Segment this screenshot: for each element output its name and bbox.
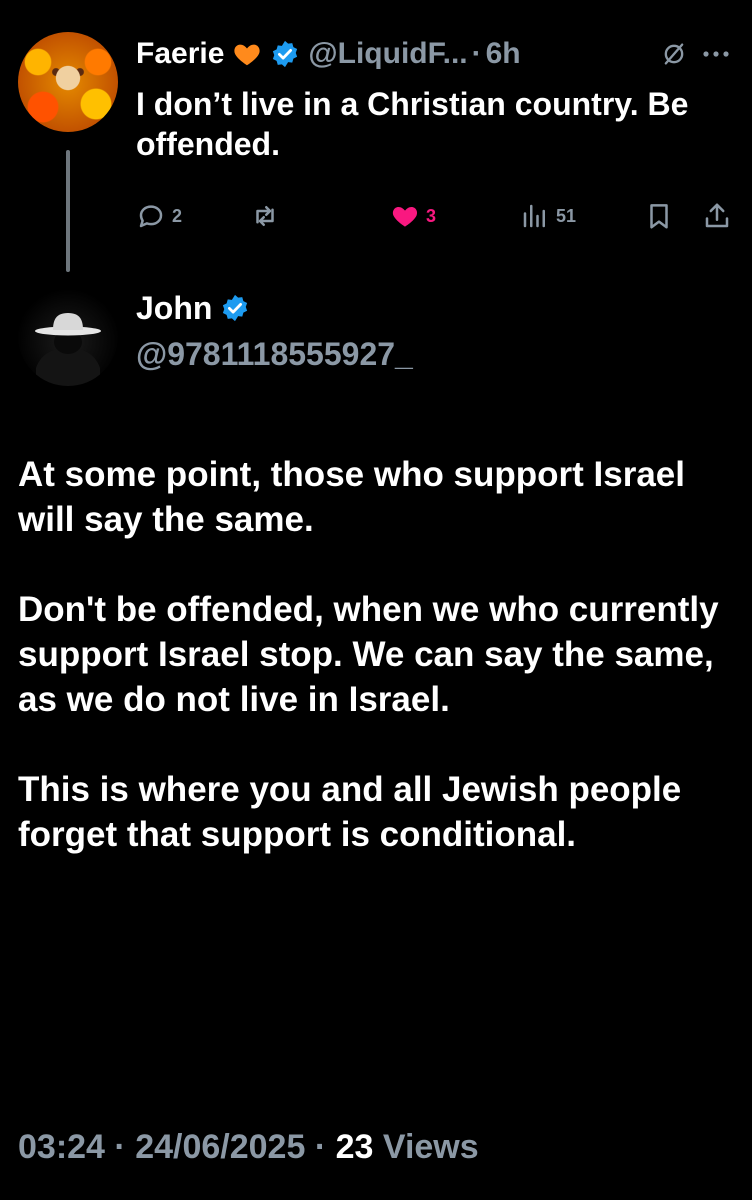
views-count: 51 <box>556 205 577 226</box>
like-count: 3 <box>426 205 437 226</box>
separator-dot: · <box>114 1128 126 1166</box>
display-name[interactable]: Faerie <box>136 37 224 71</box>
avatar[interactable] <box>18 32 118 132</box>
orange-heart-icon <box>234 44 261 66</box>
separator-dot: · <box>471 37 482 70</box>
grok-icon[interactable] <box>660 40 688 68</box>
like-button[interactable]: 3 <box>390 198 436 234</box>
handle[interactable]: @LiquidF... <box>308 37 467 71</box>
heart-filled-icon <box>392 207 418 227</box>
reply-button[interactable]: 2 <box>136 198 182 234</box>
share-icon <box>705 203 729 228</box>
retweet-button[interactable] <box>250 198 280 234</box>
timestamp[interactable]: 6h <box>486 37 521 71</box>
tweet-paragraph: At some point, those who support Israel … <box>18 455 685 539</box>
reply-icon <box>139 205 163 228</box>
more-options-icon[interactable] <box>700 40 732 68</box>
views-button[interactable]: 51 <box>520 198 576 234</box>
share-button[interactable] <box>702 198 732 234</box>
verified-badge-icon <box>273 40 298 68</box>
tweet-body: At some point, those who support Israel … <box>18 452 740 857</box>
separator-dot: · <box>314 1128 327 1166</box>
bookmark-button[interactable] <box>644 198 674 234</box>
tweet-paragraph: Don't be offended, when we who currently… <box>18 590 719 719</box>
post-time[interactable]: 03:24 <box>18 1128 105 1166</box>
bookmark-icon <box>650 204 668 229</box>
hat-figure-icon <box>35 313 101 386</box>
tweet-text: I don’t live in a Christian country. Be … <box>136 86 689 162</box>
views-count[interactable]: 23 <box>336 1128 374 1166</box>
tweet-meta: 03:24 · 24/06/2025 · 23 Views <box>18 1128 479 1167</box>
post-date[interactable]: 24/06/2025 <box>135 1128 305 1166</box>
thread-connector-line <box>66 150 70 272</box>
tweet-header: Faerie @LiquidF... · 6h <box>136 32 521 76</box>
verified-badge-icon <box>223 294 248 322</box>
tweet-paragraph: This is where you and all Jewish people … <box>18 770 682 854</box>
retweet-icon <box>256 206 274 226</box>
display-name[interactable]: John <box>136 290 212 327</box>
tweet-actions: 2 3 51 <box>136 198 736 234</box>
analytics-bar-icon <box>523 204 545 228</box>
tweet-author-row: John <box>136 288 250 328</box>
avatar[interactable] <box>18 286 118 386</box>
handle[interactable]: @9781118555927_ <box>136 336 413 373</box>
reply-count: 2 <box>172 205 183 226</box>
views-label: Views <box>382 1128 479 1166</box>
parent-tweet[interactable]: Faerie @LiquidF... · 6h I don’t live in … <box>0 0 752 280</box>
